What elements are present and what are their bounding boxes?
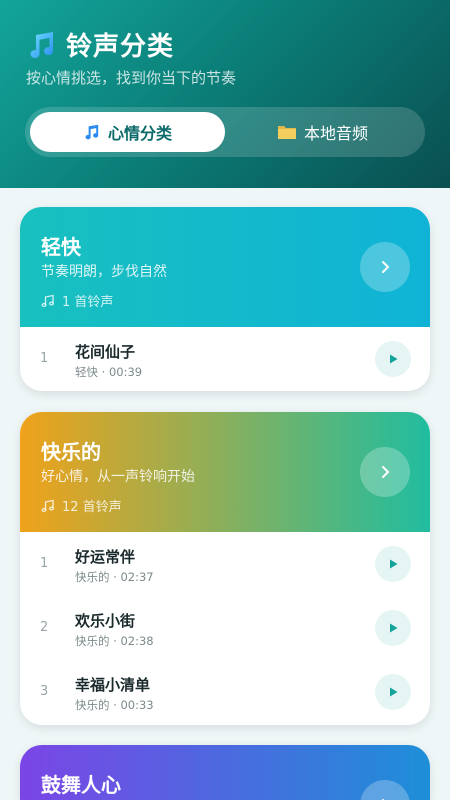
music-note-icon: [41, 294, 54, 307]
song-meta: 轻快 · 00:39: [75, 365, 143, 379]
song-meta: 快乐的 · 02:38: [75, 634, 154, 648]
category-name: 鼓舞人心: [41, 773, 121, 797]
song-row[interactable]: 2 欢乐小街 快乐的 · 02:38: [20, 596, 430, 660]
song-index: 2: [40, 620, 49, 635]
category-count-text: 12 首铃声: [62, 500, 122, 515]
chevron-right-icon[interactable]: [360, 780, 410, 800]
category-header[interactable]: 快乐的 好心情，从一声铃响开始 12 首铃声: [20, 412, 430, 532]
song-index: 1: [40, 556, 49, 571]
song-row[interactable]: 1 好运常伴 快乐的 · 02:37: [20, 532, 430, 596]
category-name: 轻快: [41, 235, 81, 259]
category-count: 1 首铃声: [41, 291, 113, 310]
chevron-right-icon[interactable]: [360, 447, 410, 497]
song-meta: 快乐的 · 02:37: [75, 570, 154, 584]
music-note-icon: [85, 124, 99, 140]
category-card[interactable]: 快乐的 好心情，从一声铃响开始 12 首铃声 1 好运常伴 快乐的 · 02:3…: [20, 412, 430, 725]
page-title: 铃声分类: [66, 32, 175, 62]
category-header[interactable]: 轻快 节奏明朗，步伐自然 1 首铃声: [20, 207, 430, 327]
song-row[interactable]: 1 花间仙子 轻快 · 00:39: [20, 327, 430, 391]
tab-mood-category[interactable]: 心情分类: [30, 112, 225, 152]
song-meta: 快乐的 · 00:33: [75, 698, 154, 712]
song-title: 花间仙子: [75, 343, 136, 361]
song-title: 欢乐小街: [75, 612, 136, 630]
song-title: 好运常伴: [75, 548, 136, 566]
category-count-text: 1 首铃声: [62, 295, 114, 310]
tab-label: 心情分类: [107, 124, 172, 143]
category-name: 快乐的: [41, 440, 101, 464]
music-note-icon: [30, 31, 54, 58]
song-index: 1: [40, 351, 49, 366]
song-title: 幸福小清单: [75, 676, 151, 694]
category-description: 节奏明朗，步伐自然: [41, 264, 167, 280]
play-icon[interactable]: [375, 546, 411, 582]
folder-icon: [277, 126, 296, 139]
song-index: 3: [40, 684, 49, 699]
page-subtitle: 按心情挑选，找到你当下的节奏: [26, 69, 237, 87]
music-note-icon: [41, 499, 54, 512]
title-row: 铃声分类: [26, 26, 174, 63]
tab-local-audio[interactable]: 本地音频: [225, 112, 420, 152]
category-card[interactable]: 轻快 节奏明朗，步伐自然 1 首铃声 1 花间仙子 轻快 · 00:39: [20, 207, 430, 391]
category-header[interactable]: 鼓舞人心: [20, 745, 430, 800]
play-icon[interactable]: [375, 674, 411, 710]
tab-bar: 心情分类 本地音频: [25, 107, 425, 157]
tab-label: 本地音频: [303, 124, 368, 143]
play-icon[interactable]: [375, 341, 411, 377]
song-row[interactable]: 3 幸福小清单 快乐的 · 00:33: [20, 660, 430, 724]
category-card[interactable]: 鼓舞人心: [20, 745, 430, 800]
chevron-right-icon[interactable]: [360, 242, 410, 292]
header: 铃声分类 按心情挑选，找到你当下的节奏 心情分类 本地音频: [0, 0, 450, 188]
play-icon[interactable]: [375, 610, 411, 646]
category-count: 12 首铃声: [41, 496, 122, 515]
category-description: 好心情，从一声铃响开始: [41, 469, 195, 485]
